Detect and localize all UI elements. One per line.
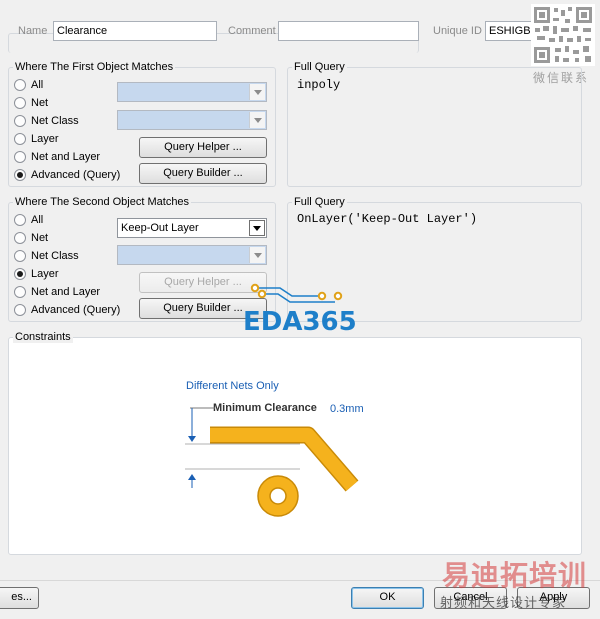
radio-button[interactable] (14, 232, 26, 244)
chevron-down-icon[interactable] (249, 247, 265, 263)
first-match-options: All Net Net Class Layer Net and Layer Ad… (14, 78, 124, 184)
second-option-net-and-layer[interactable]: Net and Layer (14, 285, 100, 299)
second-layer-combo[interactable]: Keep-Out Layer (117, 218, 267, 238)
arrow-down-icon (188, 436, 196, 442)
first-option-net-class[interactable]: Net Class (14, 114, 79, 128)
first-option-net-and-layer[interactable]: Net and Layer (14, 150, 100, 164)
arrow-up-icon (188, 474, 196, 480)
second-option-net-class[interactable]: Net Class (14, 249, 79, 263)
second-option-layer[interactable]: Layer (14, 267, 59, 281)
brand-watermark-main: 易迪拓培训 (442, 559, 588, 592)
second-option-net[interactable]: Net (14, 231, 48, 245)
second-query-text[interactable]: OnLayer('Keep-Out Layer') (297, 212, 477, 226)
name-label: Name (18, 25, 48, 37)
second-option-all[interactable]: All (14, 213, 43, 227)
second-match-title: Where The Second Object Matches (13, 196, 192, 208)
ok-button[interactable]: OK (351, 587, 424, 609)
radio-button[interactable] (14, 133, 26, 145)
first-option-net[interactable]: Net (14, 96, 48, 110)
radio-button[interactable] (14, 151, 26, 163)
pad-hole (269, 487, 287, 505)
brand-watermark-sub: 射频和天线设计专家 (440, 596, 567, 611)
radio-button[interactable] (14, 214, 26, 226)
first-query-title: Full Query (292, 61, 347, 73)
radio-button[interactable] (14, 250, 26, 262)
first-query-builder-button[interactable]: Query Builder ... (139, 163, 267, 184)
second-layer-value: Keep-Out Layer (121, 222, 199, 234)
first-netclass-combo[interactable] (117, 110, 267, 130)
first-option-advanced[interactable]: Advanced (Query) (14, 168, 120, 182)
second-match-options: All Net Net Class Layer Net and Layer Ad… (14, 213, 124, 319)
footer-left-button[interactable]: es... (0, 587, 39, 609)
eda365-text: EDA365 (243, 307, 357, 337)
second-option-advanced[interactable]: Advanced (Query) (14, 303, 120, 317)
first-query-text[interactable]: inpoly (297, 78, 340, 92)
comment-field[interactable] (278, 21, 419, 41)
name-field[interactable]: Clearance (53, 21, 217, 41)
first-option-all[interactable]: All (14, 78, 43, 92)
first-query-helper-button[interactable]: Query Helper ... (139, 137, 267, 158)
clearance-diagram (185, 407, 359, 517)
first-option-layer[interactable]: Layer (14, 132, 59, 146)
chevron-down-icon[interactable] (249, 84, 265, 100)
unique-id-label: Unique ID (433, 25, 482, 37)
radio-button-selected[interactable] (14, 169, 26, 181)
net-scope-label[interactable]: Different Nets Only (186, 380, 279, 392)
second-netclass-combo[interactable] (117, 245, 267, 265)
radio-button[interactable] (14, 286, 26, 298)
circuit-trace-icon (250, 283, 343, 303)
first-net-combo[interactable] (117, 82, 267, 102)
first-match-title: Where The First Object Matches (13, 61, 176, 73)
qr-code-watermark (531, 4, 595, 66)
radio-button[interactable] (14, 304, 26, 316)
radio-button-selected[interactable] (14, 268, 26, 280)
chevron-down-icon[interactable] (249, 112, 265, 128)
comment-label: Comment (228, 25, 276, 37)
radio-button[interactable] (14, 115, 26, 127)
radio-button[interactable] (14, 97, 26, 109)
second-query-title: Full Query (292, 196, 347, 208)
eda365-logo-watermark: EDA365 (240, 280, 360, 340)
chevron-down-icon[interactable] (249, 220, 265, 236)
radio-button[interactable] (14, 79, 26, 91)
constraints-title: Constraints (13, 331, 73, 343)
